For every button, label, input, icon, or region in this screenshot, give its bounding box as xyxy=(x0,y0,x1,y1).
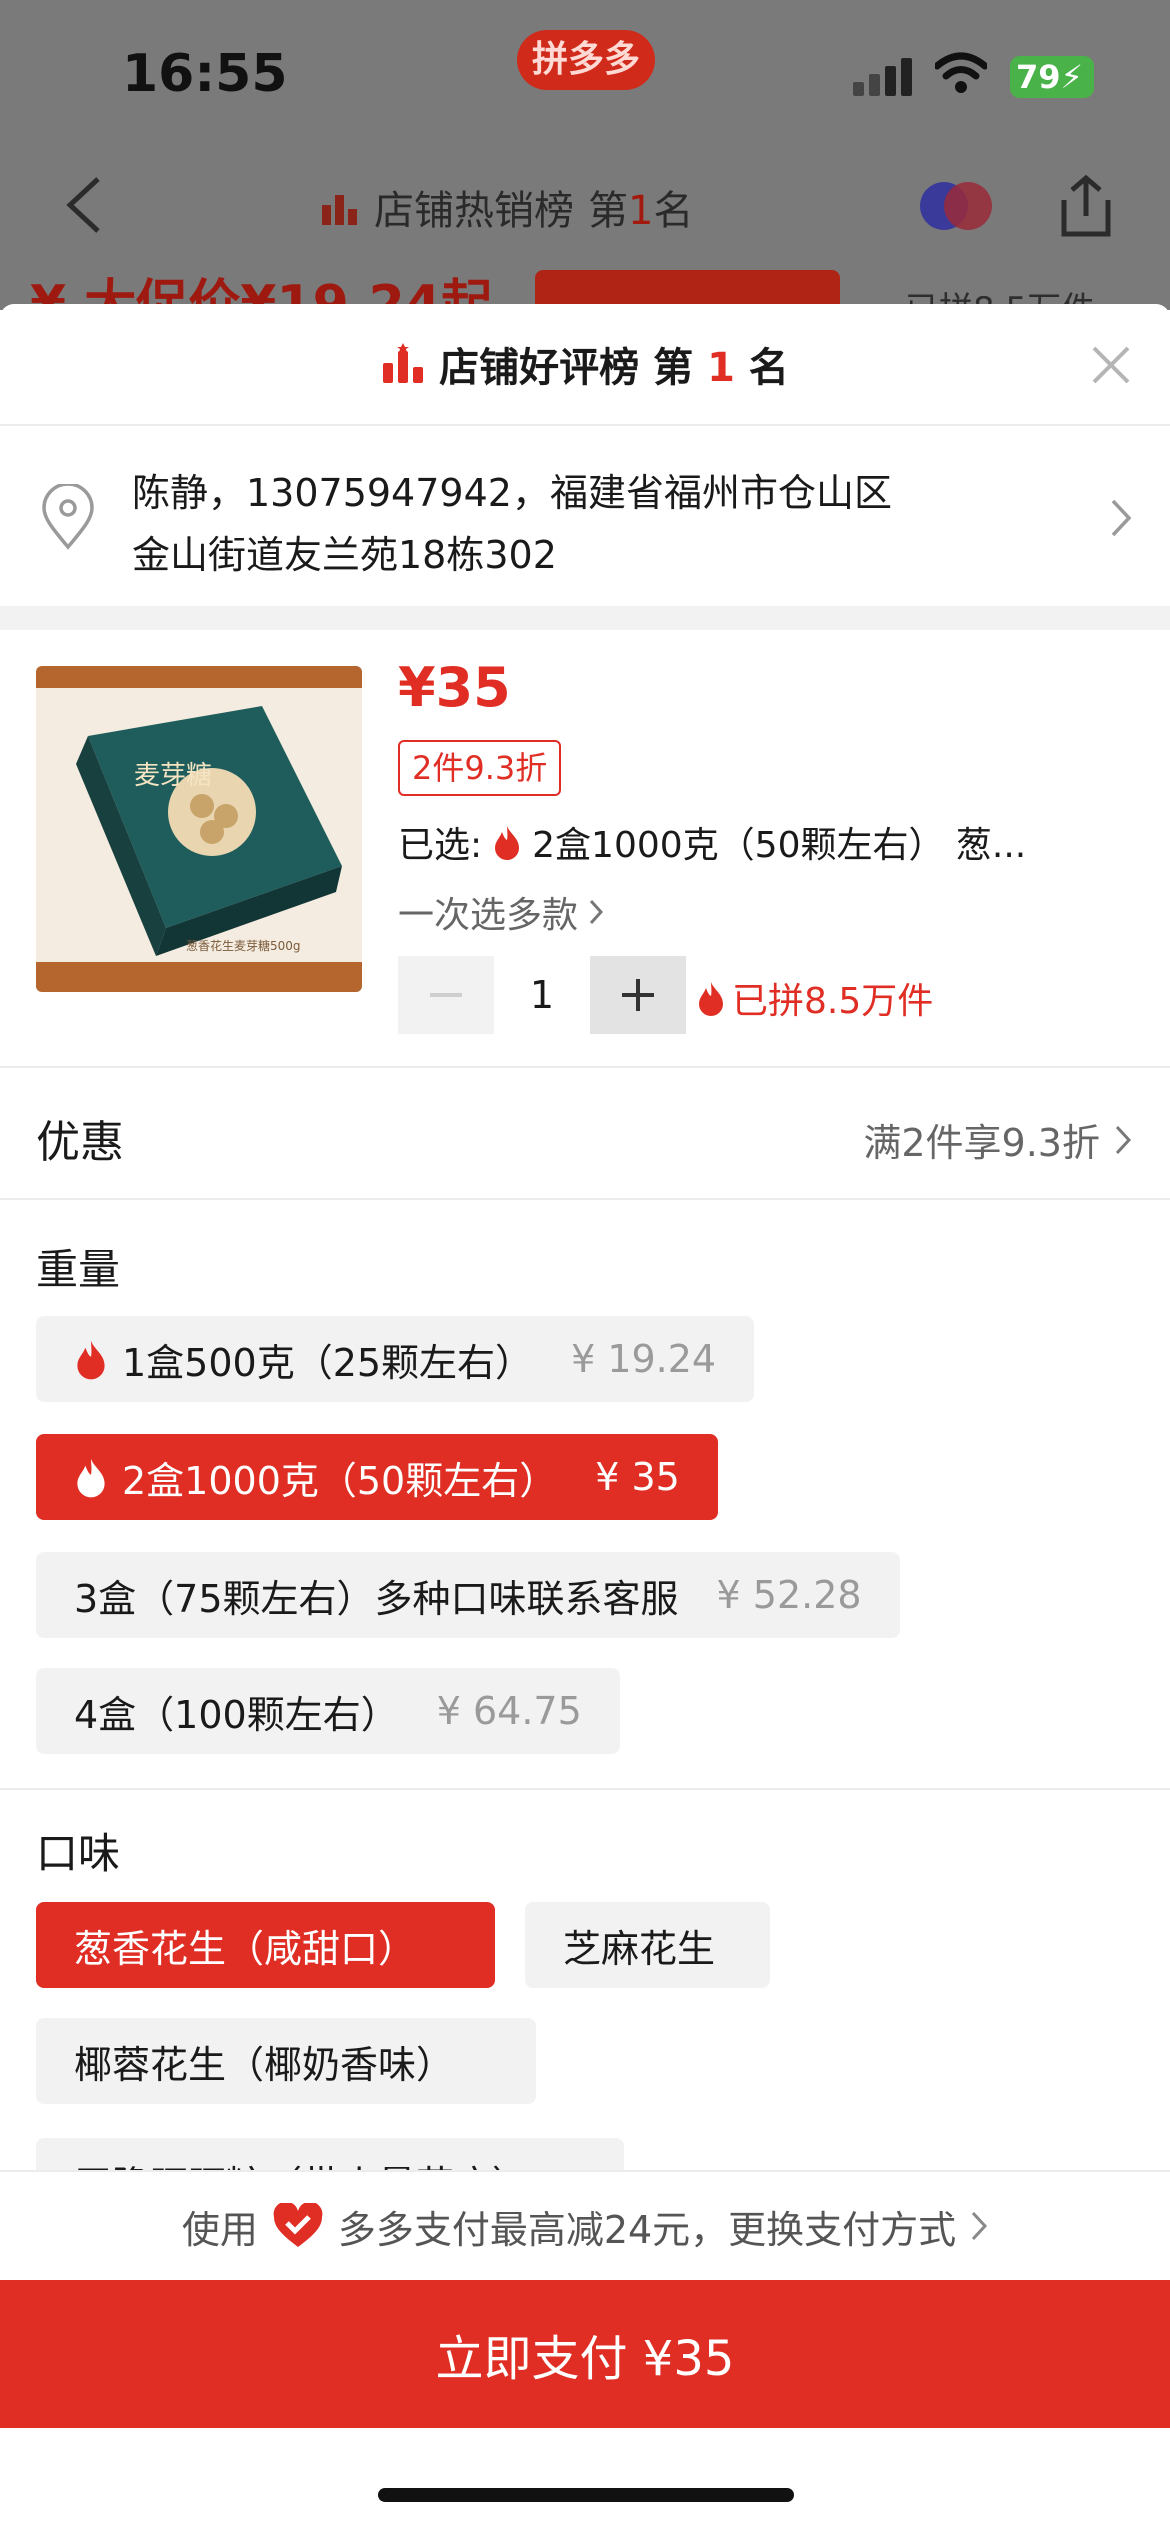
promotion-row[interactable]: 优惠 满2件享9.3折 xyxy=(0,1068,1170,1198)
promotion-label: 优惠 xyxy=(36,1117,124,1168)
product-image-caption: 葱香花生麦芽糖500g xyxy=(186,938,301,953)
promotion-value: 满2件享9.3折 xyxy=(863,1112,1132,1167)
quantity-stepper: 1 xyxy=(398,956,686,1034)
flame-icon xyxy=(495,826,520,860)
product-price: ¥35 xyxy=(398,656,511,719)
quantity-value[interactable]: 1 xyxy=(494,956,590,1034)
chevron-right-icon xyxy=(1115,1125,1132,1154)
group-avatar-icon xyxy=(920,182,992,230)
section-gap xyxy=(0,606,1170,630)
background-nav-title: 店铺热销榜 第1名 xyxy=(320,178,693,236)
flavor-option-selected[interactable]: 葱香花生（咸甜口） xyxy=(36,1902,495,1988)
discount-badge: 2件9.3折 xyxy=(398,740,562,796)
chevron-right-icon xyxy=(972,2211,988,2241)
sheet-title: 店铺好评榜 第 1 名 xyxy=(381,335,789,393)
background-page: 16:55 拼多多 79⚡ 店铺热销榜 第1名 ¥ 大促价¥19.24起 已拼8… xyxy=(0,0,1170,310)
plus-icon xyxy=(622,979,654,1011)
ranking-icon xyxy=(322,195,357,225)
cellular-signal-icon xyxy=(853,52,913,96)
home-indicator[interactable] xyxy=(378,2488,794,2502)
multi-select-link[interactable]: 一次选多款 xyxy=(398,886,604,938)
payment-method-hint[interactable]: 使用 多多支付最高减24元，更换支付方式 xyxy=(0,2170,1170,2280)
product-image[interactable]: 麦芽糖 葱香花生麦芽糖500g xyxy=(36,666,362,992)
sku-selection-sheet: 店铺好评榜 第 1 名 陈静，13075947942，福建省福州市仓山区 金山街… xyxy=(0,304,1170,2532)
ranking-icon xyxy=(383,343,424,383)
flame-icon xyxy=(77,1458,105,1498)
sheet-header: 店铺好评榜 第 1 名 xyxy=(0,304,1170,426)
weight-section-title: 重量 xyxy=(36,1245,121,1294)
decrement-button[interactable] xyxy=(398,956,494,1034)
selected-sku-summary: 已选: 2盒1000克（50颗左右） 葱... xyxy=(398,825,1027,866)
location-pin-icon xyxy=(42,484,94,550)
wifi-icon xyxy=(935,52,987,93)
share-icon[interactable] xyxy=(1056,174,1116,238)
back-arrow-icon[interactable] xyxy=(62,175,106,235)
flame-icon xyxy=(77,1340,105,1380)
status-time: 16:55 xyxy=(122,44,288,104)
chevron-right-icon xyxy=(1111,499,1132,537)
minus-icon xyxy=(430,993,462,997)
battery-indicator: 79⚡ xyxy=(1010,56,1094,98)
divider xyxy=(0,1788,1170,1790)
sold-count: 已拼8.5万件 xyxy=(696,972,933,1024)
increment-button[interactable] xyxy=(590,956,686,1034)
svg-text:麦芽糖: 麦芽糖 xyxy=(134,761,212,791)
background-price: ¥ 大促价¥19.24起 xyxy=(30,275,493,310)
flavor-option[interactable]: 椰蓉花生（椰奶香味） xyxy=(36,2018,536,2104)
weight-option-selected[interactable]: 2盒1000克（50颗左右） ¥ 35 xyxy=(36,1434,718,1520)
flavor-option[interactable]: 芝麻花生 xyxy=(525,1902,770,1988)
weight-option[interactable]: 4盒（100颗左右） ¥ 64.75 xyxy=(36,1668,620,1754)
close-icon[interactable] xyxy=(1090,344,1132,386)
heart-check-icon xyxy=(273,2203,323,2247)
weight-option[interactable]: 3盒（75颗左右）多种口味联系客服 ¥ 52.28 xyxy=(36,1552,900,1638)
flame-icon xyxy=(699,982,723,1016)
shipping-address[interactable]: 陈静，13075947942，福建省福州市仓山区 金山街道友兰苑18栋302 xyxy=(0,426,1170,606)
app-pill: 拼多多 xyxy=(517,30,655,90)
pay-now-button[interactable]: 立即支付 ¥35 xyxy=(0,2280,1170,2428)
divider xyxy=(0,1198,1170,1200)
chevron-right-icon xyxy=(589,899,604,925)
address-text: 陈静，13075947942，福建省福州市仓山区 金山街道友兰苑18栋302 xyxy=(132,471,892,577)
flavor-section-title: 口味 xyxy=(36,1829,121,1878)
weight-option[interactable]: 1盒500克（25颗左右） ¥ 19.24 xyxy=(36,1316,755,1402)
